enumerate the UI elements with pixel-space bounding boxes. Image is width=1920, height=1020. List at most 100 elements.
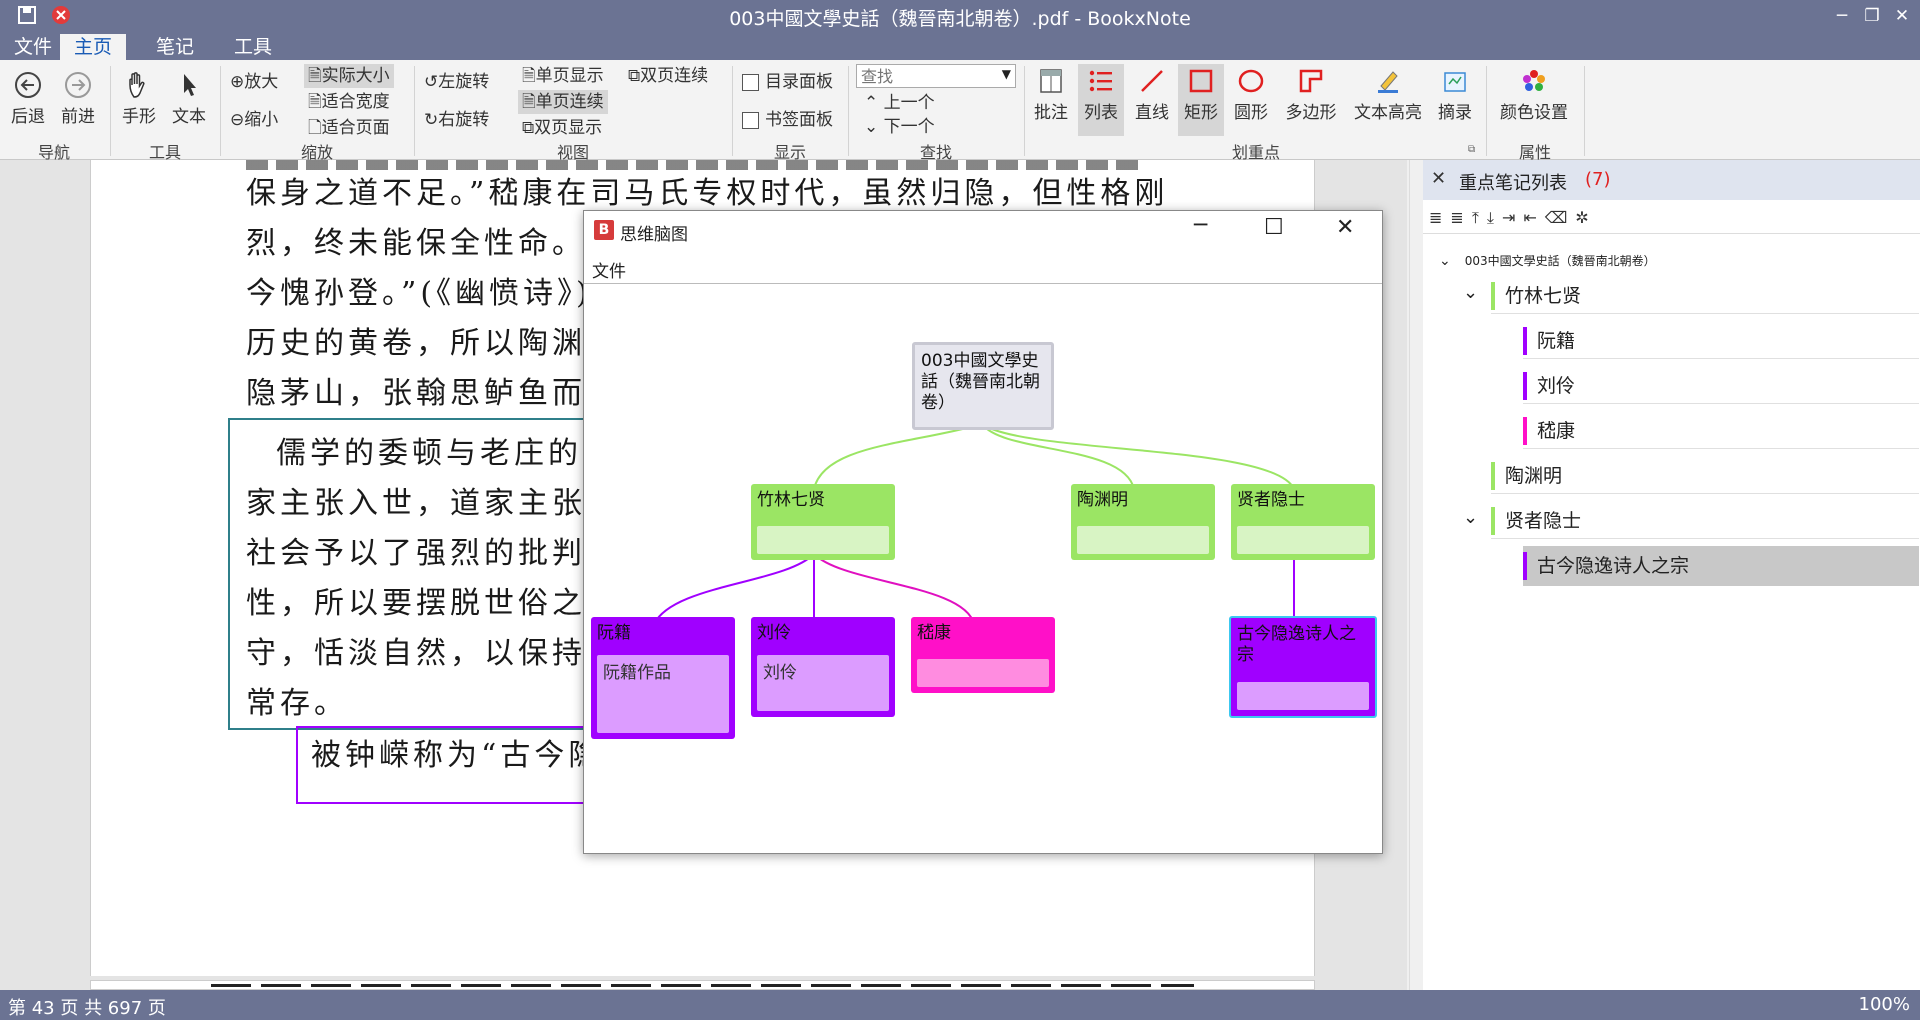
node-note[interactable] xyxy=(1237,682,1369,710)
close-icon[interactable]: ✕ xyxy=(1888,2,1916,30)
node-note[interactable] xyxy=(757,526,889,554)
pdf-text-line: 隐茅山，张翰思鲈鱼而去 xyxy=(246,376,620,411)
mindmap-node-zhulin[interactable]: 竹林七贤 xyxy=(751,484,895,560)
minimize-icon[interactable]: ─ xyxy=(1194,213,1207,238)
chevron-down-icon: ⌄ xyxy=(864,117,884,137)
node-note[interactable] xyxy=(1237,526,1369,554)
forward-button[interactable]: 前进 xyxy=(58,68,98,127)
color-bar xyxy=(1523,372,1527,400)
zoom-out-label: 缩小 xyxy=(244,110,279,130)
text-tool-button[interactable]: 文本 xyxy=(168,68,210,127)
divider xyxy=(1584,66,1585,156)
fit-width-label: 适合宽度 xyxy=(321,92,390,112)
rotate-right-icon: ↻ xyxy=(424,110,439,130)
hand-tool-button[interactable]: 手形 xyxy=(118,68,160,127)
add-child-icon[interactable]: ≣ xyxy=(1450,208,1471,227)
mindmap-node-guji[interactable]: 古今隐逸诗人之宗 xyxy=(1229,616,1377,718)
move-up-icon[interactable]: ⤒ xyxy=(1472,208,1487,227)
tab-notes[interactable]: 笔记 xyxy=(142,34,208,60)
color-settings-button[interactable]: 颜色设置 xyxy=(1494,64,1574,136)
mindmap-node-tao[interactable]: 陶渊明 xyxy=(1071,484,1215,560)
tree-item[interactable]: 竹林七贤 xyxy=(1491,278,1919,314)
tree-item[interactable]: 刘伶 xyxy=(1523,368,1919,404)
mindmap-node-ruanji[interactable]: 阮籍 阮籍作品 xyxy=(591,617,735,739)
tree-item[interactable]: 阮籍 xyxy=(1523,323,1919,359)
node-note[interactable]: 阮籍作品 xyxy=(597,655,729,733)
tree-item[interactable]: 陶渊明 xyxy=(1491,458,1919,494)
zoom-out-button[interactable]: ⊖缩小 xyxy=(226,108,282,132)
chevron-down-icon[interactable]: ⌄ xyxy=(1463,282,1478,303)
mindmap-canvas[interactable]: 003中國文學史話（魏晉南北朝卷） 竹林七贤 陶渊明 贤者隐士 阮籍 阮籍作品 … xyxy=(584,283,1382,853)
search-box[interactable]: ▼ xyxy=(856,64,1016,88)
outdent-icon[interactable]: ⇤ xyxy=(1523,208,1544,227)
app-logo-icon: B xyxy=(594,220,614,240)
root-label: 003中國文學史話（魏晉南北朝卷） xyxy=(921,351,1040,413)
chevron-down-icon[interactable]: ▼ xyxy=(1002,67,1011,81)
mindmap-node-xianzhe[interactable]: 贤者隐士 xyxy=(1231,484,1375,560)
chevron-down-icon[interactable]: ⌄ xyxy=(1463,507,1478,528)
group-expand-icon[interactable]: ⧉ xyxy=(1468,144,1475,155)
panel-scrollbar[interactable] xyxy=(1409,160,1423,990)
next-result-button[interactable]: ⌄ 下一个 xyxy=(860,116,939,138)
fit-width-button[interactable]: 🗎适合宽度 xyxy=(304,90,394,114)
double-page-button[interactable]: ⧉双页显示 xyxy=(518,116,606,140)
fit-page-button[interactable]: 🗋适合页面 xyxy=(304,116,394,140)
toc-panel-checkbox[interactable]: 目录面板 xyxy=(738,70,837,94)
color-bar xyxy=(1523,417,1527,445)
tab-home[interactable]: 主页 xyxy=(60,34,127,60)
notes-panel-title: 重点笔记列表 xyxy=(1459,173,1567,194)
double-continuous-button[interactable]: ⧉双页连续 xyxy=(624,64,712,88)
node-note[interactable]: 刘伶 xyxy=(757,655,889,711)
tree-item[interactable]: 嵇康 xyxy=(1523,413,1919,449)
annotate-button[interactable]: 批注 xyxy=(1030,64,1072,136)
circle-button[interactable]: 圆形 xyxy=(1228,64,1274,136)
line-button[interactable]: 直线 xyxy=(1130,64,1174,136)
mindmap-menu-file[interactable]: 文件 xyxy=(592,257,626,282)
close-icon[interactable]: ✕ xyxy=(1431,168,1446,189)
add-sibling-icon[interactable]: ≣ xyxy=(1429,208,1450,227)
chevron-down-icon[interactable]: ⌄ xyxy=(1439,253,1451,269)
mindmap-root-node[interactable]: 003中國文學史話（魏晉南北朝卷） xyxy=(912,342,1054,430)
tree-root[interactable]: ⌄ 003中國文學史話（魏晉南北朝卷） xyxy=(1425,246,1919,276)
single-continuous-button[interactable]: 🗎单页连续 xyxy=(518,90,608,114)
bookmark-panel-checkbox[interactable]: 书签面板 xyxy=(738,108,837,132)
list-label: 列表 xyxy=(1084,103,1118,123)
mindmap-node-liuling[interactable]: 刘伶 刘伶 xyxy=(751,617,895,717)
erase-icon[interactable]: ⌫ xyxy=(1545,208,1576,227)
menu-file[interactable]: 文件 xyxy=(0,34,66,60)
move-down-icon[interactable]: ⤓ xyxy=(1487,208,1502,227)
node-note[interactable] xyxy=(1077,526,1209,554)
mindmap-window[interactable]: B 思维脑图 ─ ☐ ✕ 文件 003中國文學史話（魏晉南北朝卷） 竹林七贤 陶… xyxy=(583,210,1383,854)
mindmap-icon[interactable]: ✲ xyxy=(1575,208,1596,227)
back-button[interactable]: 后退 xyxy=(8,68,48,127)
rect-button[interactable]: 矩形 xyxy=(1178,64,1224,136)
prev-result-button[interactable]: ⌃ 上一个 xyxy=(860,92,939,114)
rotate-right-label: 右旋转 xyxy=(438,110,490,130)
close-icon[interactable]: ✕ xyxy=(1336,215,1354,240)
indent-icon[interactable]: ⇥ xyxy=(1502,208,1523,227)
rotate-right-button[interactable]: ↻右旋转 xyxy=(420,108,493,132)
actual-size-button[interactable]: 🗎实际大小 xyxy=(304,64,394,88)
mindmap-titlebar[interactable]: B 思维脑图 ─ ☐ ✕ xyxy=(584,211,1382,249)
tab-tools[interactable]: 工具 xyxy=(220,34,286,60)
back-label: 后退 xyxy=(11,107,45,127)
excerpt-button[interactable]: 摘录 xyxy=(1432,64,1478,136)
mindmap-node-jikang[interactable]: 嵇康 xyxy=(911,617,1055,693)
text-highlight-button[interactable]: 文本高亮 xyxy=(1348,64,1428,136)
search-input[interactable] xyxy=(857,65,993,87)
tree-item[interactable]: 贤者隐士 xyxy=(1491,503,1919,539)
pdf-text-line: 性，所以要摆脱世俗之累 xyxy=(246,586,620,621)
rotate-left-button[interactable]: ↺左旋转 xyxy=(420,70,493,94)
checkbox-icon xyxy=(742,111,759,129)
restore-icon[interactable]: ❐ xyxy=(1858,2,1886,30)
excerpt-icon xyxy=(1432,64,1478,98)
minimize-icon[interactable]: ─ xyxy=(1828,2,1856,30)
prev-label: 上一个 xyxy=(883,93,935,113)
maximize-icon[interactable]: ☐ xyxy=(1264,215,1284,240)
node-note[interactable] xyxy=(917,659,1049,687)
single-page-button[interactable]: 🗎单页显示 xyxy=(518,64,608,88)
zoom-in-button[interactable]: ⊕放大 xyxy=(226,70,282,94)
tree-item-selected[interactable]: 古今隐逸诗人之宗 xyxy=(1523,546,1919,586)
polygon-button[interactable]: 多边形 xyxy=(1280,64,1342,136)
list-button[interactable]: 列表 xyxy=(1078,64,1124,136)
